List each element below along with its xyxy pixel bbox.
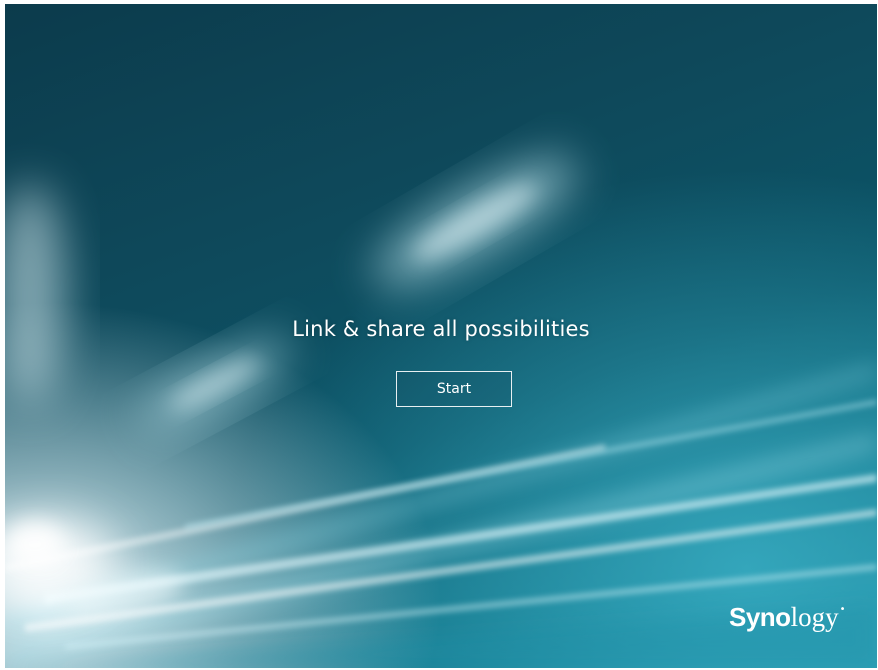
welcome-screen: Link & share all possibilities Start Syn…	[5, 4, 877, 668]
page-title: Link & share all possibilities	[292, 317, 590, 341]
logo-text-thin: logy	[790, 602, 839, 632]
logo-text-bold: Syno	[729, 602, 791, 632]
logo-dot-icon: •	[839, 604, 846, 615]
synology-logo: Syno logy •	[729, 602, 846, 642]
start-button[interactable]: Start	[396, 371, 512, 407]
